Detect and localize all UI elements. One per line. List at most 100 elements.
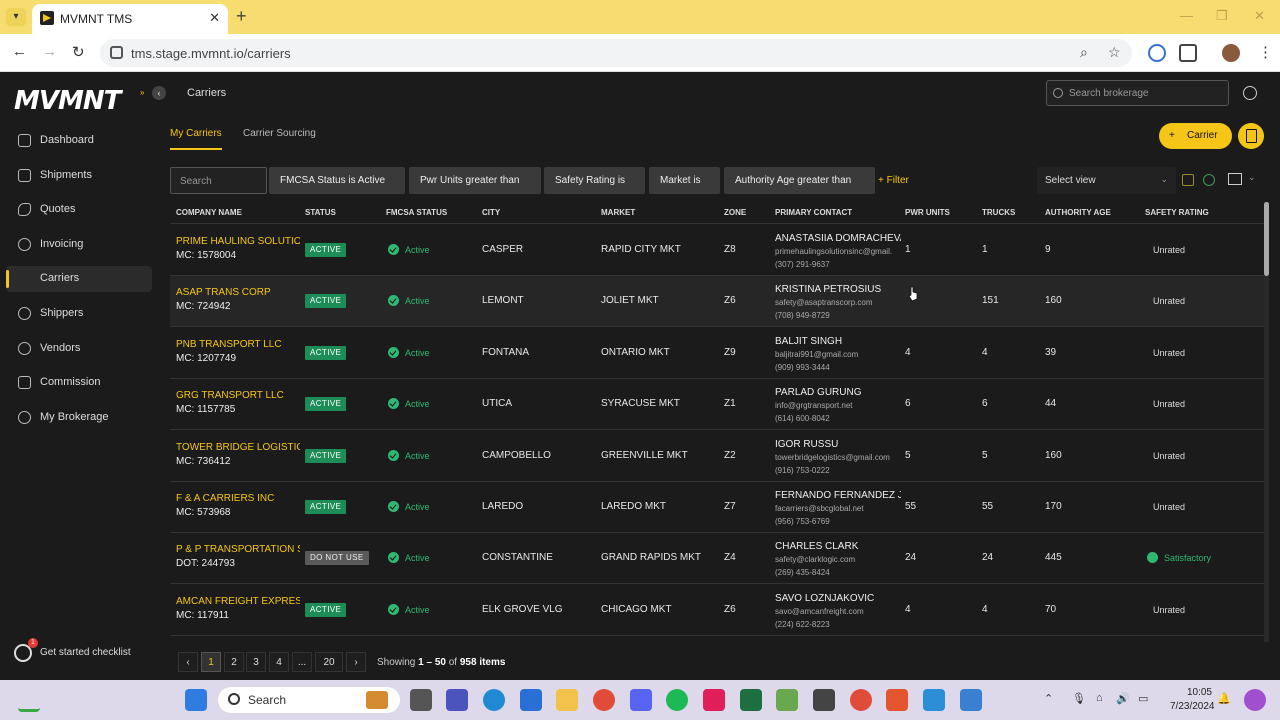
sidebar-item-quotes[interactable]: Quotes bbox=[6, 197, 152, 223]
export-document-button[interactable] bbox=[1238, 123, 1264, 149]
stocks-widget-icon[interactable] bbox=[18, 690, 40, 712]
sidebar-item-commission[interactable]: Commission bbox=[6, 370, 152, 396]
table-row[interactable]: PNB TRANSPORT LLC MC: 1207749 ACTIVE Active… bbox=[170, 328, 1266, 379]
filter-chip-pwr-units[interactable]: Pwr Units greater than bbox=[409, 167, 541, 194]
next-page-icon[interactable]: › bbox=[346, 652, 366, 672]
col-fmcsa-status[interactable]: FMCSA STATUS bbox=[386, 208, 447, 217]
company-name-link[interactable]: PNB TRANSPORT LLC bbox=[176, 339, 300, 350]
s-app-blue-icon[interactable] bbox=[923, 689, 945, 711]
table-search-input[interactable]: Search bbox=[170, 167, 267, 194]
new-tab-icon[interactable]: + bbox=[236, 6, 247, 27]
page-20[interactable]: 20 bbox=[315, 652, 343, 672]
edge-icon[interactable] bbox=[483, 689, 505, 711]
sidebar-item-shipments[interactable]: Shipments bbox=[6, 163, 152, 189]
close-tab-icon[interactable]: ✕ bbox=[209, 10, 220, 26]
tray-chevron-icon[interactable]: ⌃ bbox=[1044, 692, 1053, 705]
scrollbar-thumb[interactable] bbox=[1264, 202, 1269, 276]
contact-email[interactable]: baljitrai991@gmail.com bbox=[775, 350, 901, 359]
sidebar-item-carriers[interactable]: Carriers bbox=[6, 266, 152, 292]
table-row[interactable]: GRG TRANSPORT LLC MC: 1157785 ACTIVE Active… bbox=[170, 379, 1266, 431]
chrome-alt-icon[interactable] bbox=[850, 689, 872, 711]
page-1[interactable]: 1 bbox=[201, 652, 221, 672]
add-carrier-button[interactable]: + Carrier bbox=[1159, 123, 1232, 149]
reload-icon[interactable]: ↻ bbox=[72, 43, 85, 61]
table-scrollbar[interactable] bbox=[1264, 202, 1269, 642]
add-filter-button[interactable]: + Filter bbox=[878, 175, 909, 186]
windows-start-icon[interactable] bbox=[185, 689, 207, 711]
notification-bell-icon[interactable]: 🔔 bbox=[1217, 692, 1231, 705]
company-name-link[interactable]: AMCAN FREIGHT EXPRESS I bbox=[176, 596, 300, 607]
zoom-icon[interactable]: ⌕ bbox=[1080, 44, 1088, 61]
filter-chip-authority-age[interactable]: Authority Age greater than bbox=[724, 167, 875, 194]
tab-search-button[interactable]: ▾ bbox=[6, 8, 26, 26]
sidebar-item-shippers[interactable]: Shippers bbox=[6, 301, 152, 327]
contact-email[interactable]: info@grgtransport.net bbox=[775, 401, 901, 410]
company-name-link[interactable]: GRG TRANSPORT LLC bbox=[176, 390, 300, 401]
network-icon[interactable]: ⌂ bbox=[1096, 692, 1103, 704]
back-icon[interactable]: ← bbox=[12, 43, 27, 60]
col-authority-age[interactable]: AUTHORITY AGE bbox=[1045, 208, 1111, 217]
table-row[interactable]: AMCAN FREIGHT EXPRESS I MC: 117911 ACTIVE A… bbox=[170, 585, 1266, 636]
taskbar-search[interactable]: Search bbox=[218, 687, 400, 713]
system-clock[interactable]: 10:05 7/23/2024 bbox=[1170, 686, 1215, 714]
user-account-icon[interactable] bbox=[1243, 86, 1257, 100]
col-zone[interactable]: ZONE bbox=[724, 208, 746, 217]
sidebar-item-vendors[interactable]: Vendors bbox=[6, 336, 152, 362]
volume-icon[interactable]: 🔊 bbox=[1116, 692, 1130, 705]
spotify-icon[interactable] bbox=[666, 689, 688, 711]
chrome-icon[interactable] bbox=[593, 689, 615, 711]
contact-email[interactable]: savo@amcanfreight.com bbox=[775, 607, 901, 616]
excel-icon[interactable] bbox=[740, 689, 762, 711]
sidebar-item-my-brokerage[interactable]: My Brokerage bbox=[6, 405, 152, 431]
browser-menu-icon[interactable]: ⋮ bbox=[1258, 43, 1273, 61]
table-row[interactable]: PRIME HAULING SOLUTION MC: 1578004 ACTIVE A… bbox=[170, 225, 1266, 276]
page-4[interactable]: 4 bbox=[269, 652, 289, 672]
filter-chip-safety[interactable]: Safety Rating is bbox=[544, 167, 645, 194]
filter-chip-fmcsa[interactable]: FMCSA Status is Active bbox=[269, 167, 405, 194]
table-row[interactable]: P & P TRANSPORTATION SE DOT: 244793 DO NOT… bbox=[170, 533, 1266, 585]
calc-app-icon[interactable] bbox=[960, 689, 982, 711]
col-company-name[interactable]: COMPANY NAME bbox=[176, 208, 242, 217]
store-icon[interactable] bbox=[520, 689, 542, 711]
page-2[interactable]: 2 bbox=[224, 652, 244, 672]
bookmark-star-icon[interactable]: ☆ bbox=[1108, 44, 1121, 61]
calculator-icon[interactable] bbox=[813, 689, 835, 711]
contact-email[interactable]: safety@asaptranscorp.com bbox=[775, 298, 901, 307]
tab-my-carriers[interactable]: My Carriers bbox=[170, 128, 222, 139]
close-window-icon[interactable]: ✕ bbox=[1254, 8, 1265, 24]
prev-page-icon[interactable]: ‹ bbox=[178, 652, 198, 672]
company-name-link[interactable]: P & P TRANSPORTATION SE bbox=[176, 544, 300, 555]
battery-icon[interactable]: ▭ bbox=[1138, 692, 1148, 705]
copilot-icon[interactable] bbox=[1244, 689, 1266, 711]
task-view-icon[interactable] bbox=[410, 689, 432, 711]
extension-icon[interactable] bbox=[1148, 44, 1166, 62]
file-explorer-icon[interactable] bbox=[556, 689, 578, 711]
address-bar[interactable]: tms.stage.mvmnt.io/carriers ⌕ ☆ bbox=[100, 39, 1132, 67]
col-pwr-units[interactable]: PWR UNITS bbox=[905, 208, 950, 217]
profile-avatar[interactable] bbox=[1222, 44, 1240, 62]
columns-chevron-icon[interactable]: ⌄ bbox=[1248, 172, 1256, 183]
company-name-link[interactable]: F & A CARRIERS INC bbox=[176, 493, 300, 504]
company-name-link[interactable]: TOWER BRIDGE LOGISTICS bbox=[176, 442, 300, 453]
forward-icon[interactable]: → bbox=[42, 43, 57, 60]
discord-icon[interactable] bbox=[630, 689, 652, 711]
contact-email[interactable]: primehaulingsolutionsinc@gmail. bbox=[775, 247, 901, 256]
col-status[interactable]: STATUS bbox=[305, 208, 336, 217]
brokerage-search-input[interactable]: Search brokerage bbox=[1046, 80, 1229, 106]
col-safety-rating[interactable]: SAFETY RATING bbox=[1145, 208, 1209, 217]
table-row[interactable]: ASAP TRANS CORP MC: 724942 ACTIVE Active LEM… bbox=[170, 276, 1266, 328]
save-view-icon[interactable] bbox=[1182, 174, 1194, 186]
extensions-puzzle-icon[interactable] bbox=[1179, 44, 1197, 62]
contact-email[interactable]: facarriers@sbcglobal.net bbox=[775, 504, 901, 513]
minimize-icon[interactable]: — bbox=[1180, 8, 1193, 23]
col-market[interactable]: MARKET bbox=[601, 208, 635, 217]
filter-chip-market[interactable]: Market is bbox=[649, 167, 720, 194]
table-row[interactable]: TOWER BRIDGE LOGISTICS MC: 736412 ACTIVE Ac… bbox=[170, 431, 1266, 482]
contact-email[interactable]: towerbridgelogistics@gmail.com bbox=[775, 453, 901, 462]
slack-icon[interactable] bbox=[703, 689, 725, 711]
col-primary-contact[interactable]: PRIMARY CONTACT bbox=[775, 208, 852, 217]
browser-tab[interactable]: MVMNT TMS ✕ bbox=[32, 4, 228, 34]
maximize-icon[interactable]: ❐ bbox=[1216, 8, 1228, 24]
editor-icon[interactable] bbox=[776, 689, 798, 711]
col-city[interactable]: CITY bbox=[482, 208, 500, 217]
